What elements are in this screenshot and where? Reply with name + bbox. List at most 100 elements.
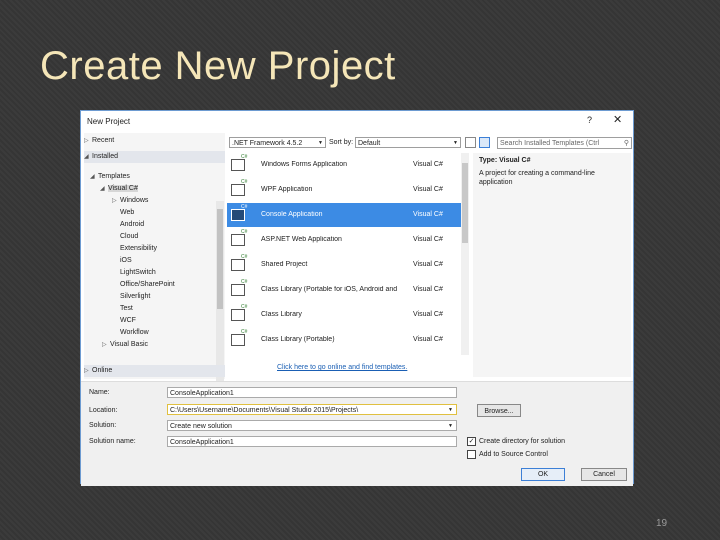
location-field[interactable]: C:\Users\Username\Documents\Visual Studi… [167,404,457,415]
template-row-selected[interactable]: C# Console Application Visual C# [227,203,462,227]
solution-select[interactable]: Create new solution ▼ [167,420,457,431]
template-tree: ▷ Recent ◢ Installed ◢ Templates ◢ Visual C#… [84,133,225,397]
class-library-icon [231,334,245,346]
csharp-badge-icon: C# [241,204,248,210]
template-language: Visual C# [413,261,443,268]
sort-select[interactable]: Default ▼ [355,137,461,148]
tree-item-label: Cloud [120,233,139,240]
tree-item-label: Templates [98,173,130,180]
dialog-titlebar: New Project ? ✕ [81,111,633,131]
chevron-right-icon: ▷ [112,198,117,204]
online-templates-link[interactable]: Click here to go online and find templat… [277,364,407,371]
template-name: Windows Forms Application [261,161,347,168]
search-placeholder: Search Installed Templates (Ctrl [500,140,600,147]
class-library-icon [231,309,245,321]
grid-view-icon[interactable] [465,137,476,148]
window-app-icon [231,159,245,171]
template-list-scrollbar[interactable] [461,153,469,355]
list-view-icon[interactable] [479,137,490,148]
chevron-down-icon: ◢ [84,154,89,160]
tree-item-recent[interactable]: ▷ Recent [84,135,225,147]
tree-item-label: Online [92,367,113,374]
csharp-badge-icon: C# [241,279,248,285]
template-description: A project for creating a command-line ap… [479,170,595,186]
add-source-control-checkbox[interactable] [467,450,476,459]
tree-item-label: Extensibility [120,245,157,252]
template-list: C# Windows Forms Application Visual C# C… [227,153,462,353]
tree-item-templates[interactable]: ◢ Templates [84,171,231,183]
tree-item-visual-csharp[interactable]: ◢ Visual C# [84,183,241,195]
solution-name-field[interactable]: ConsoleApplication1 [167,436,457,447]
chevron-down-icon: ▼ [318,140,323,146]
console-app-icon [231,209,245,221]
location-value: C:\Users\Username\Documents\Visual Studi… [170,407,359,414]
tree-item-label: Test [120,305,133,312]
template-row[interactable]: C# Shared Project Visual C# [227,253,462,277]
create-directory-label: Create directory for solution [479,438,565,445]
template-language: Visual C# [413,311,443,318]
template-language: Visual C# [413,161,443,168]
tree-item-label: Workflow [120,329,149,336]
tree-item-label: Silverlight [120,293,151,300]
csharp-badge-icon: C# [241,304,248,310]
template-language: Visual C# [413,336,443,343]
framework-select[interactable]: .NET Framework 4.5.2 ▼ [229,137,326,148]
new-project-dialog: New Project ? ✕ ▷ Recent ◢ Installed ◢ Temp… [80,110,634,486]
chevron-down-icon: ▼ [453,140,458,146]
tree-item-label: Windows [120,197,149,204]
scrollbar-thumb[interactable] [462,163,468,243]
template-row[interactable]: C# Windows Forms Application Visual C# [227,153,462,177]
csharp-badge-icon: C# [241,229,248,235]
template-name: Class Library [261,311,302,318]
search-input[interactable]: Search Installed Templates (Ctrl ⚲ [497,137,632,149]
template-row[interactable]: C# Class Library Visual C# [227,303,462,327]
tree-item-label: Android [120,221,145,228]
chevron-down-icon: ▼ [448,407,453,413]
shared-project-icon [231,259,245,271]
template-language: Visual C# [413,211,443,218]
sort-value: Default [358,140,381,147]
cancel-button[interactable]: Cancel [581,468,627,481]
template-name: Shared Project [261,261,308,268]
chevron-down-icon: ◢ [100,186,105,192]
template-row[interactable]: C# Class Library (Portable) Visual C# [227,328,462,352]
csharp-badge-icon: C# [241,329,248,335]
csharp-badge-icon: C# [241,179,248,185]
tree-item-installed[interactable]: ◢ Installed [84,151,225,163]
scrollbar-thumb[interactable] [217,209,223,309]
tree-item-label: WCF [120,317,136,324]
template-language: Visual C# [413,286,443,293]
chevron-right-icon: ▷ [84,138,89,144]
location-label: Location: [89,407,118,414]
template-name: WPF Application [261,186,313,193]
template-row[interactable]: C# ASP.NET Web Application Visual C# [227,228,462,252]
chevron-right-icon: ▷ [84,368,89,374]
template-language: Visual C# [413,186,443,193]
ok-button[interactable]: OK [521,468,565,481]
csharp-badge-icon: C# [241,254,248,260]
template-name: Console Application [261,211,323,218]
template-name: Class Library (Portable) [261,336,335,343]
tree-item-label: Visual C# [108,185,138,192]
tree-item-label: LightSwitch [120,269,156,276]
solution-label: Solution: [89,422,117,429]
template-row[interactable]: C# Class Library (Portable for iOS, Andr… [227,278,462,302]
help-button[interactable]: ? [587,115,592,125]
page-number: 19 [656,518,668,529]
template-name: ASP.NET Web Application [261,236,342,243]
tree-item-label: iOS [120,257,132,264]
name-value: ConsoleApplication1 [170,390,234,397]
solution-value: Create new solution [170,423,232,430]
tree-item-online[interactable]: ▷ Online [84,365,225,377]
chevron-right-icon: ▷ [102,342,107,348]
create-directory-checkbox[interactable]: ✓ [467,437,476,446]
template-details: Type: Visual C# A project for creating a… [473,153,631,377]
tree-item-label: Visual Basic [110,341,149,348]
name-field[interactable]: ConsoleApplication1 [167,387,457,398]
close-button[interactable]: ✕ [613,113,622,126]
template-row[interactable]: C# WPF Application Visual C# [227,178,462,202]
class-library-icon [231,284,245,296]
browse-button[interactable]: Browse... [477,404,521,417]
chevron-down-icon: ▼ [448,423,453,429]
web-app-icon [231,234,245,246]
